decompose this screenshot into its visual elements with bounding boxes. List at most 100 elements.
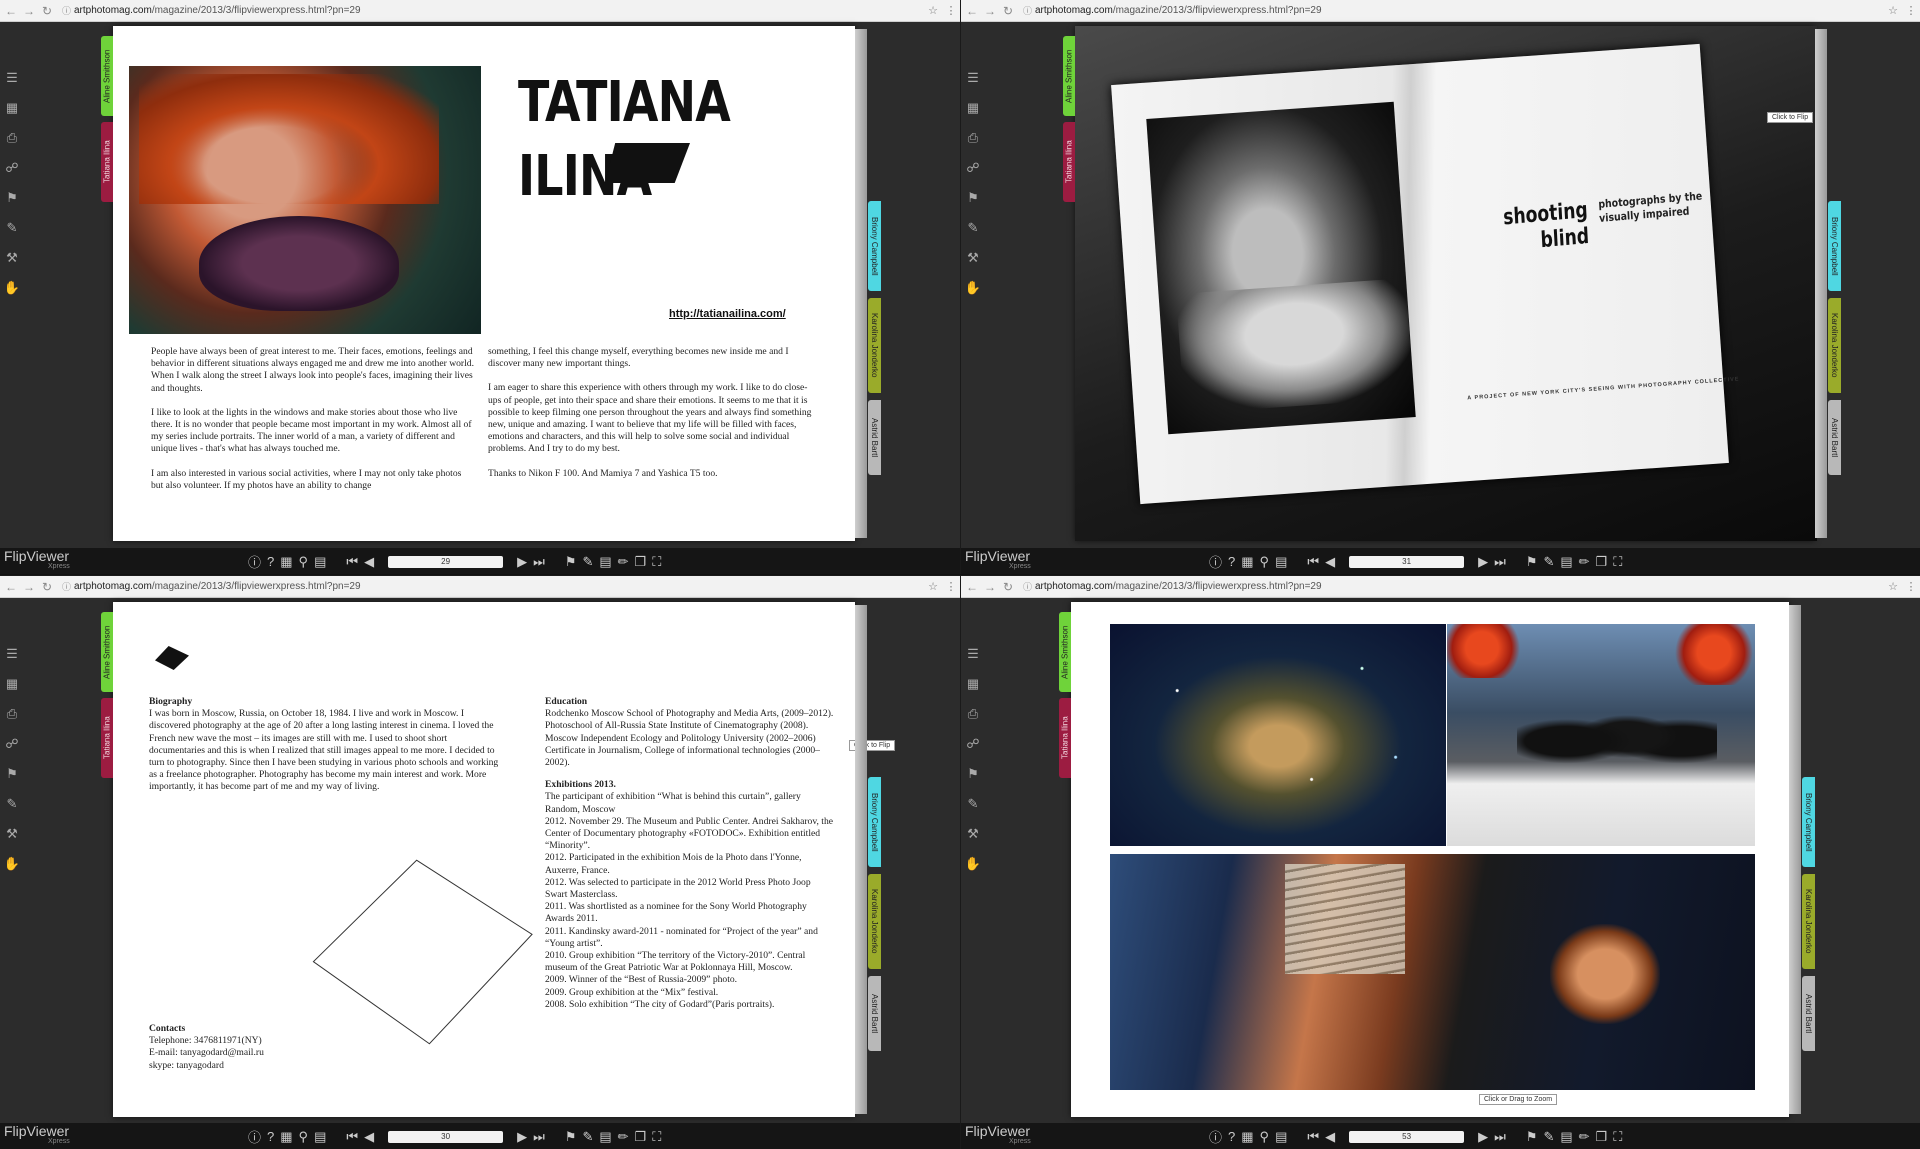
tab-briony-campbell[interactable]: Briony Campbell bbox=[1802, 777, 1815, 867]
tab-karolina-jonderko[interactable]: Karolina Jonderko bbox=[868, 298, 881, 393]
note-icon[interactable]: ✎ bbox=[964, 220, 982, 250]
tab-astrid-bartl[interactable]: Astrid Bartl bbox=[868, 400, 881, 475]
copy-icon[interactable]: ❐ bbox=[635, 554, 647, 570]
prev-page-icon[interactable]: ◀ bbox=[1325, 1129, 1335, 1145]
forward-arrow-icon[interactable]: → bbox=[22, 4, 36, 18]
share-icon[interactable]: ☍ bbox=[964, 160, 982, 190]
back-arrow-icon[interactable]: ← bbox=[4, 4, 18, 18]
print-icon[interactable]: ⎙ bbox=[964, 130, 982, 160]
note-icon[interactable]: ✎ bbox=[3, 220, 21, 250]
pen-icon[interactable]: ✏ bbox=[1579, 554, 1590, 570]
fullscreen-icon[interactable]: ⛶ bbox=[652, 554, 661, 570]
highlight-icon[interactable]: ✎ bbox=[1543, 554, 1554, 570]
info-icon[interactable]: ⓘ bbox=[62, 4, 74, 17]
reload-icon[interactable]: ↻ bbox=[1001, 580, 1015, 594]
forward-arrow-icon[interactable]: → bbox=[22, 580, 36, 594]
help-icon[interactable]: ? bbox=[1228, 1129, 1235, 1144]
highlight-icon[interactable]: ✎ bbox=[582, 554, 593, 570]
first-page-icon[interactable]: ⏮ bbox=[1307, 554, 1319, 570]
help-icon[interactable]: ? bbox=[1228, 554, 1235, 569]
note-icon[interactable]: ✎ bbox=[3, 796, 21, 826]
tab-aline-smithson[interactable]: Aline Smithson bbox=[101, 36, 113, 116]
pen-icon[interactable]: ✏ bbox=[1579, 1129, 1590, 1145]
next-page-icon[interactable]: ▶ bbox=[1478, 554, 1488, 570]
tab-astrid-bartl[interactable]: Astrid Bartl bbox=[1802, 976, 1815, 1051]
magazine-page[interactable]: Aline Smithson Tatiana Ilina Briony Camp… bbox=[101, 26, 881, 541]
first-page-icon[interactable]: ⏮ bbox=[346, 554, 358, 570]
forward-arrow-icon[interactable]: → bbox=[983, 580, 997, 594]
pages-icon[interactable]: ▤ bbox=[314, 554, 326, 570]
hand-icon[interactable]: ✋ bbox=[3, 280, 21, 310]
last-page-icon[interactable]: ⏭ bbox=[533, 554, 545, 570]
hand-icon[interactable]: ✋ bbox=[964, 280, 982, 310]
share-icon[interactable]: ☍ bbox=[3, 736, 21, 766]
prev-page-icon[interactable]: ◀ bbox=[364, 1129, 374, 1145]
first-page-icon[interactable]: ⏮ bbox=[346, 1129, 358, 1145]
info-button-icon[interactable]: ⓘ bbox=[248, 552, 261, 571]
thumbnails-icon[interactable]: ▦ bbox=[964, 676, 982, 706]
thumbs-icon[interactable]: ▦ bbox=[280, 554, 292, 570]
fullscreen-icon[interactable]: ⛶ bbox=[652, 1129, 661, 1145]
bookmark-tool-icon[interactable]: ⚑ bbox=[1526, 554, 1538, 570]
url-field[interactable]: artphotomag.com/magazine/2013/3/flipview… bbox=[74, 581, 924, 592]
page-number-input[interactable]: 30 bbox=[388, 1130, 504, 1143]
back-arrow-icon[interactable]: ← bbox=[4, 580, 18, 594]
list-icon[interactable]: ☰ bbox=[964, 646, 982, 676]
bookmark-tool-icon[interactable]: ⚑ bbox=[565, 554, 577, 570]
info-icon[interactable]: ⓘ bbox=[1023, 580, 1035, 593]
thumbs-icon[interactable]: ▦ bbox=[1241, 554, 1253, 570]
print-icon[interactable]: ⎙ bbox=[3, 706, 21, 736]
fullscreen-icon[interactable]: ⛶ bbox=[1613, 1129, 1622, 1145]
magazine-page[interactable]: Aline Smithson Tatiana Ilina Briony Camp… bbox=[1059, 602, 1815, 1117]
info-button-icon[interactable]: ⓘ bbox=[248, 1127, 261, 1146]
list-icon[interactable]: ☰ bbox=[964, 70, 982, 100]
bookmark-icon[interactable]: ⚑ bbox=[3, 766, 21, 796]
next-page-icon[interactable]: ▶ bbox=[1478, 1129, 1488, 1145]
url-field[interactable]: artphotomag.com/magazine/2013/3/flipview… bbox=[1035, 581, 1884, 592]
browser-menu-icon[interactable]: ⋮ bbox=[942, 580, 960, 593]
tab-astrid-bartl[interactable]: Astrid Bartl bbox=[1828, 400, 1841, 475]
website-link[interactable]: http://tatianailina.com/ bbox=[669, 308, 786, 320]
hand-icon[interactable]: ✋ bbox=[964, 856, 982, 886]
hand-icon[interactable]: ✋ bbox=[3, 856, 21, 886]
pages-icon[interactable]: ▤ bbox=[1275, 554, 1287, 570]
notes-icon[interactable]: ▤ bbox=[599, 1129, 611, 1145]
fullscreen-icon[interactable]: ⛶ bbox=[1613, 554, 1622, 570]
last-page-icon[interactable]: ⏭ bbox=[533, 1129, 545, 1145]
bookmark-star-icon[interactable]: ☆ bbox=[924, 580, 942, 593]
zoom-icon[interactable]: ⚲ bbox=[1260, 1129, 1270, 1145]
bookmark-star-icon[interactable]: ☆ bbox=[1884, 580, 1902, 593]
forward-arrow-icon[interactable]: → bbox=[983, 4, 997, 18]
highlight-icon[interactable]: ✎ bbox=[582, 1129, 593, 1145]
thumbs-icon[interactable]: ▦ bbox=[1241, 1129, 1253, 1145]
thumbnails-icon[interactable]: ▦ bbox=[3, 676, 21, 706]
tab-tatiana-ilina[interactable]: Tatiana Ilina bbox=[101, 122, 113, 202]
last-page-icon[interactable]: ⏭ bbox=[1494, 1129, 1506, 1145]
print-icon[interactable]: ⎙ bbox=[3, 130, 21, 160]
info-icon[interactable]: ⓘ bbox=[1023, 4, 1035, 17]
last-page-icon[interactable]: ⏭ bbox=[1494, 554, 1506, 570]
browser-menu-icon[interactable]: ⋮ bbox=[1902, 580, 1920, 593]
prev-page-icon[interactable]: ◀ bbox=[364, 554, 374, 570]
share-icon[interactable]: ☍ bbox=[3, 160, 21, 190]
thumbs-icon[interactable]: ▦ bbox=[280, 1129, 292, 1145]
back-arrow-icon[interactable]: ← bbox=[965, 580, 979, 594]
magazine-page[interactable]: Aline Smithson Tatiana Ilina Briony Camp… bbox=[1063, 26, 1841, 541]
tab-aline-smithson[interactable]: Aline Smithson bbox=[101, 612, 113, 692]
zoom-icon[interactable]: ⚲ bbox=[299, 1129, 309, 1145]
bookmark-star-icon[interactable]: ☆ bbox=[1884, 4, 1902, 17]
tab-tatiana-ilina[interactable]: Tatiana Ilina bbox=[1063, 122, 1075, 202]
tab-tatiana-ilina[interactable]: Tatiana Ilina bbox=[1059, 698, 1071, 778]
tab-astrid-bartl[interactable]: Astrid Bartl bbox=[868, 976, 881, 1051]
print-icon[interactable]: ⎙ bbox=[964, 706, 982, 736]
tools-icon[interactable]: ⚒ bbox=[964, 826, 982, 856]
page-number-input[interactable]: 31 bbox=[1349, 555, 1465, 568]
prev-page-icon[interactable]: ◀ bbox=[1325, 554, 1335, 570]
first-page-icon[interactable]: ⏮ bbox=[1307, 1129, 1319, 1145]
copy-icon[interactable]: ❐ bbox=[1596, 1129, 1608, 1145]
tab-karolina-jonderko[interactable]: Karolina Jonderko bbox=[1802, 874, 1815, 969]
reload-icon[interactable]: ↻ bbox=[1001, 4, 1015, 18]
magazine-page[interactable]: Aline Smithson Tatiana Ilina Briony Camp… bbox=[101, 602, 896, 1117]
bookmark-icon[interactable]: ⚑ bbox=[3, 190, 21, 220]
bookmark-tool-icon[interactable]: ⚑ bbox=[1526, 1129, 1538, 1145]
